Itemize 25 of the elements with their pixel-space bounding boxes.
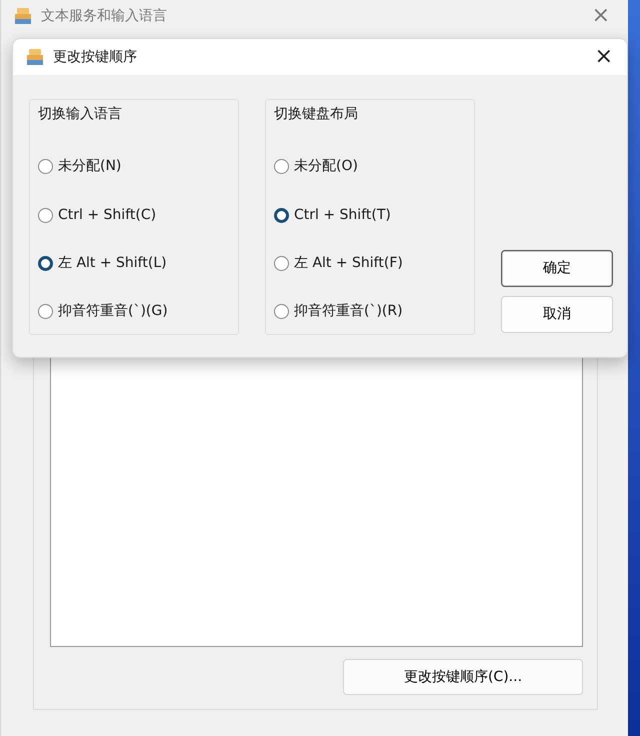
radio-button[interactable]: [38, 304, 53, 319]
radio-button[interactable]: [274, 304, 289, 319]
radio-button[interactable]: [38, 256, 53, 271]
radio-button[interactable]: [274, 256, 289, 271]
cancel-button[interactable]: 取消: [501, 296, 613, 333]
radio-option[interactable]: 抑音符重音(`)(R): [274, 301, 464, 322]
dialog-title: 更改按键顺序: [53, 48, 138, 66]
radio-option[interactable]: 未分配(N): [38, 156, 228, 178]
close-button[interactable]: ×: [586, 5, 616, 27]
radio-option[interactable]: Ctrl + Shift(C): [38, 204, 228, 226]
app-icon: [25, 47, 45, 67]
close-button[interactable]: ×: [588, 46, 619, 68]
app-icon: [13, 6, 33, 26]
radio-button[interactable]: [274, 208, 289, 222]
radio-option[interactable]: 左 Alt + Shift(F): [274, 252, 464, 274]
radio-option[interactable]: 左 Alt + Shift(L): [38, 252, 228, 274]
radio-button[interactable]: [274, 159, 289, 174]
window-title: 文本服务和输入语言: [41, 6, 168, 26]
change-key-sequence-button[interactable]: 更改按键顺序(C)...: [343, 659, 583, 695]
radio-option[interactable]: 未分配(O): [274, 156, 464, 178]
radio-option[interactable]: 抑音符重音(`)(G): [38, 301, 228, 322]
radio-button[interactable]: [38, 159, 53, 174]
radio-option[interactable]: Ctrl + Shift(T): [274, 204, 464, 226]
radio-button[interactable]: [38, 208, 53, 222]
ok-button[interactable]: 确定: [501, 250, 613, 287]
